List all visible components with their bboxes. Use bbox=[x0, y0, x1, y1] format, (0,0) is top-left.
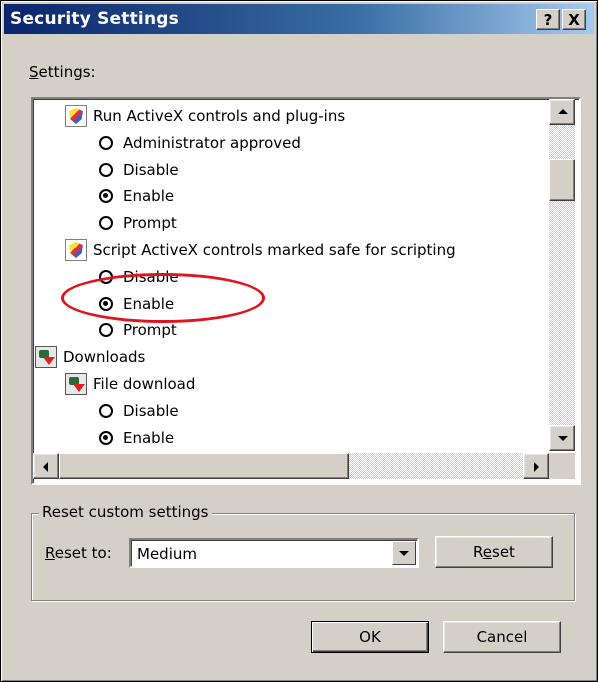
tree-item-label: Disable bbox=[123, 267, 179, 286]
arrow-left-icon bbox=[43, 462, 48, 472]
chevron-down-icon bbox=[399, 551, 409, 556]
tree-radio-option[interactable]: Enable bbox=[99, 183, 174, 209]
tree-item-label: Administrator approved bbox=[123, 133, 301, 152]
reset-level-value: Medium bbox=[137, 545, 197, 563]
tree-radio-option[interactable]: Prompt bbox=[99, 210, 177, 236]
tree-radio-option[interactable]: Enable bbox=[99, 425, 174, 451]
help-button[interactable]: ? bbox=[536, 9, 560, 30]
tree-item-label: Prompt bbox=[123, 321, 177, 340]
vertical-scrollbar[interactable] bbox=[549, 99, 575, 451]
tree-radio-option[interactable]: Prompt bbox=[99, 317, 177, 343]
tree-radio-option[interactable]: Disable bbox=[99, 157, 179, 183]
tree-item-label: Disable bbox=[123, 160, 179, 179]
radio-unchecked-icon bbox=[99, 216, 113, 231]
radio-unchecked-icon bbox=[99, 162, 113, 177]
reset-level-dropdown-button[interactable] bbox=[392, 541, 416, 565]
tree-category[interactable]: Run ActiveX controls and plug-ins bbox=[65, 103, 345, 129]
shield-icon bbox=[69, 108, 83, 124]
activex-shield-icon bbox=[65, 239, 87, 261]
scroll-left-button[interactable] bbox=[33, 453, 59, 479]
tree-category[interactable]: Script ActiveX controls marked safe for … bbox=[65, 237, 456, 263]
shield-icon bbox=[69, 242, 83, 258]
ok-button[interactable]: OK bbox=[311, 621, 429, 653]
radio-checked-icon bbox=[99, 189, 113, 204]
scroll-right-button[interactable] bbox=[523, 453, 549, 479]
radio-unchecked-icon bbox=[99, 135, 113, 150]
arrow-down-icon bbox=[558, 436, 568, 441]
radio-checked-icon bbox=[99, 296, 113, 311]
dialog-title: Security Settings bbox=[10, 9, 179, 29]
settings-label: Settings: bbox=[29, 63, 96, 81]
reset-to-label: Reset to: bbox=[45, 544, 112, 562]
tree-radio-option[interactable]: Disable bbox=[99, 264, 179, 290]
tree-radio-option[interactable]: Disable bbox=[99, 398, 179, 424]
radio-unchecked-icon bbox=[99, 323, 113, 338]
tree-category[interactable]: File download bbox=[65, 371, 195, 397]
cancel-button[interactable]: Cancel bbox=[443, 621, 561, 653]
tree-item-label: Script ActiveX controls marked safe for … bbox=[93, 241, 456, 259]
radio-unchecked-icon bbox=[99, 269, 113, 284]
tree-radio-option[interactable]: Administrator approved bbox=[99, 130, 301, 156]
reset-level-select[interactable]: Medium bbox=[129, 538, 419, 568]
tree-category[interactable]: Downloads bbox=[35, 344, 145, 370]
title-bar[interactable]: Security Settings ? X bbox=[4, 4, 594, 34]
scroll-corner bbox=[549, 453, 575, 479]
radio-unchecked-icon bbox=[99, 403, 113, 418]
scroll-up-button[interactable] bbox=[549, 99, 575, 125]
settings-tree[interactable]: Run ActiveX controls and plug-ins Adminis… bbox=[31, 97, 581, 485]
security-settings-dialog: Security Settings ? X Settings: Run Acti… bbox=[0, 0, 598, 682]
scroll-down-button[interactable] bbox=[549, 425, 575, 451]
tree-item-label: Enable bbox=[123, 294, 175, 313]
tree-item-label: Run ActiveX controls and plug-ins bbox=[93, 107, 346, 125]
tree-radio-option[interactable]: Enable bbox=[99, 291, 174, 317]
tree-item-label: Enable bbox=[123, 187, 175, 206]
arrow-right-icon bbox=[534, 462, 539, 472]
tree-item-label: Downloads bbox=[63, 348, 146, 367]
close-button[interactable]: X bbox=[562, 9, 586, 30]
tree-item-label: Disable bbox=[123, 401, 179, 420]
tree-item-label: Prompt bbox=[123, 214, 177, 233]
download-icon bbox=[65, 373, 87, 395]
vertical-scroll-thumb[interactable] bbox=[549, 159, 575, 201]
tree-item-label: File download bbox=[93, 375, 196, 393]
arrow-up-icon bbox=[558, 109, 568, 114]
radio-checked-icon bbox=[99, 430, 113, 445]
horizontal-scrollbar[interactable] bbox=[33, 453, 549, 479]
download-icon bbox=[35, 346, 57, 369]
activex-shield-icon bbox=[65, 105, 87, 127]
reset-button[interactable]: Reset bbox=[435, 536, 553, 568]
tree-item-label: Enable bbox=[123, 428, 175, 447]
reset-group-legend: Reset custom settings bbox=[39, 503, 212, 521]
horizontal-scroll-thumb[interactable] bbox=[59, 453, 349, 479]
